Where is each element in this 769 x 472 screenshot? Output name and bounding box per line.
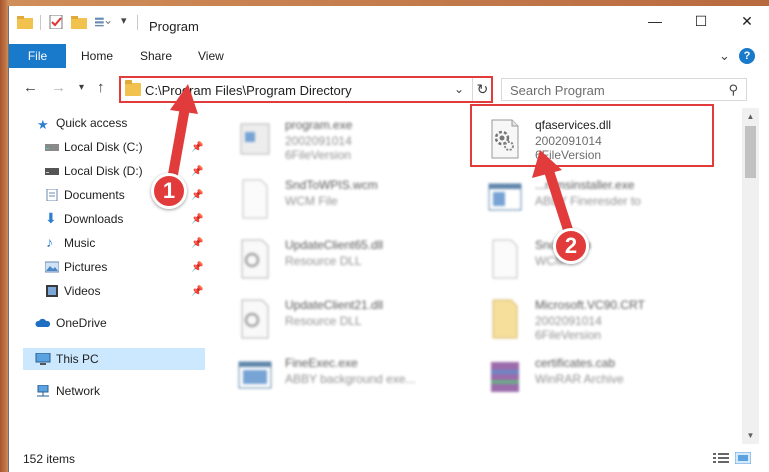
step-marker-1: 1 (151, 173, 187, 209)
annotation-arrows (167, 84, 575, 241)
step-marker-2: 2 (553, 228, 589, 264)
